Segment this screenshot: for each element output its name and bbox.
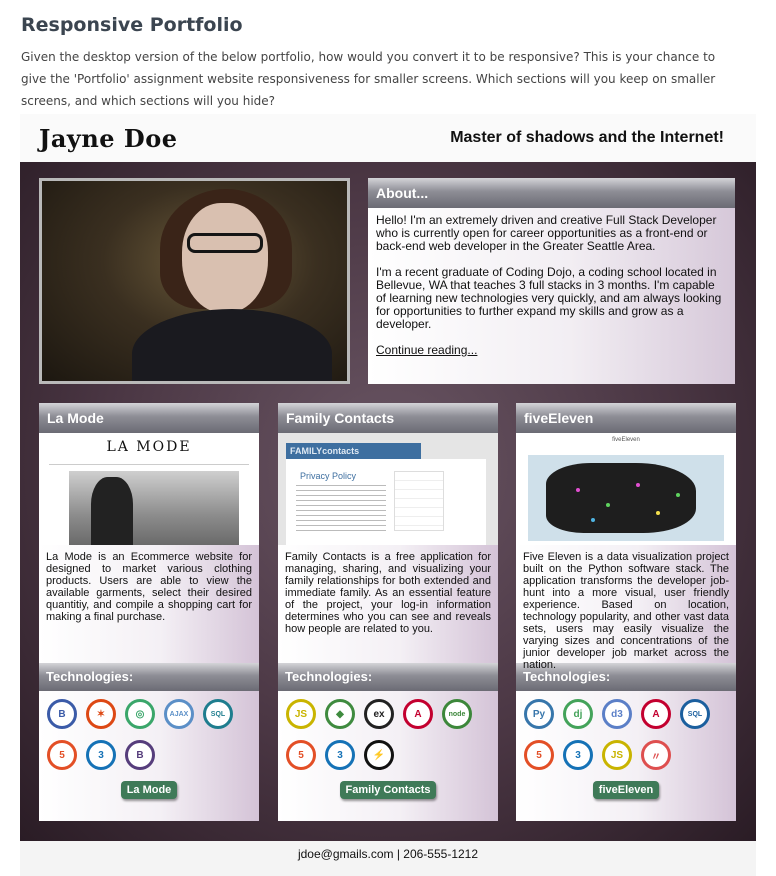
bootstrap-icon: B	[47, 699, 77, 729]
javascript-icon: JS	[602, 740, 632, 770]
technologies-heading: Technologies:	[278, 663, 498, 691]
page-title: Responsive Portfolio	[21, 14, 243, 36]
continue-reading-link[interactable]: Continue reading...	[376, 343, 477, 357]
screenshot-header: FAMILYcontacts	[286, 443, 421, 459]
technology-icons: B ✶ ◎ AJAX SQL 5 3 B	[39, 691, 259, 781]
project-title: fiveEleven	[516, 403, 736, 433]
project-description: Five Eleven is a data visualization proj…	[523, 551, 729, 671]
footer-contact: jdoe@gmails.com | 206-555-1212	[297, 847, 479, 861]
django-icon: dj	[563, 699, 593, 729]
technologies-heading: Technologies:	[39, 663, 259, 691]
map-dot	[606, 503, 610, 507]
php-icon: ◎	[125, 699, 155, 729]
project-button[interactable]: La Mode	[120, 781, 178, 799]
screenshot-heading: Privacy Policy	[300, 471, 357, 481]
css3-icon: 3	[325, 740, 355, 770]
map-dot	[636, 483, 640, 487]
html5-icon: 5	[47, 740, 77, 770]
project-card-la-mode: La Mode LA MODE La Mode is an Ecommerce …	[39, 403, 259, 821]
meteor-icon: 〃	[641, 740, 671, 770]
map-dot	[576, 488, 580, 492]
screenshot-login-box	[394, 471, 444, 531]
about-paragraph-2: I'm a recent graduate of Coding Dojo, a …	[376, 265, 722, 331]
ajax-icon: AJAX	[164, 699, 194, 729]
screenshot-logo: LA MODE	[106, 439, 192, 455]
project-title: Family Contacts	[278, 403, 498, 433]
mongodb-icon: ◆	[325, 699, 355, 729]
mysql-icon: SQL	[203, 699, 233, 729]
express-icon: ex	[364, 699, 394, 729]
screenshot-nav	[49, 457, 249, 465]
angular-icon: A	[403, 699, 433, 729]
project-description: La Mode is an Ecommerce website for desi…	[46, 551, 252, 623]
project-screenshot[interactable]: FAMILYcontacts Privacy Policy	[278, 433, 498, 545]
screenshot-title: fiveEleven	[612, 437, 640, 443]
project-button[interactable]: fiveEleven	[592, 781, 660, 799]
project-card-family-contacts: Family Contacts FAMILYcontacts Privacy P…	[278, 403, 498, 821]
project-button[interactable]: Family Contacts	[339, 781, 437, 799]
technology-icons: JS ◆ ex Anode 5 3 ⚡	[278, 691, 498, 781]
codeigniter-icon: ✶	[86, 699, 116, 729]
portfolio-tagline: Master of shadows and the Internet!	[450, 129, 724, 146]
map-dot	[676, 493, 680, 497]
portfolio-main: About... Hello! I'm an extremely driven …	[20, 162, 756, 841]
photo-body	[132, 309, 332, 381]
lightning-icon: ⚡	[364, 740, 394, 770]
javascript-icon: JS	[286, 699, 316, 729]
about-heading: About...	[368, 178, 735, 208]
project-description: Family Contacts is a free application fo…	[285, 551, 491, 635]
screenshot-text-lines	[296, 485, 386, 535]
about-panel: About... Hello! I'm an extremely driven …	[368, 178, 735, 384]
technologies-heading: Technologies:	[516, 663, 736, 691]
photo-face	[182, 203, 268, 313]
portfolio-name[interactable]: Jayne Doe	[39, 124, 178, 153]
project-title: La Mode	[39, 403, 259, 433]
css3-icon: 3	[563, 740, 593, 770]
python-icon: Py	[524, 699, 554, 729]
about-body: Hello! I'm an extremely driven and creat…	[368, 208, 735, 357]
angular-icon: A	[641, 699, 671, 729]
project-card-five-eleven: fiveEleven fiveEleven Five Eleven is a d…	[516, 403, 736, 821]
bootstrap-b-icon: B	[125, 740, 155, 770]
html5-icon: 5	[524, 740, 554, 770]
screenshot-map-land	[546, 463, 696, 533]
map-dot	[591, 518, 595, 522]
profile-photo	[39, 178, 350, 384]
screenshot-model	[91, 477, 133, 545]
about-paragraph-1: Hello! I'm an extremely driven and creat…	[376, 213, 717, 253]
d3js-icon: d3	[602, 699, 632, 729]
css3-icon: 3	[86, 740, 116, 770]
assignment-description: Given the desktop version of the below p…	[21, 50, 716, 108]
photo-glasses	[187, 233, 263, 253]
portfolio-header: Jayne Doe Master of shadows and the Inte…	[20, 114, 756, 162]
html5-icon: 5	[286, 740, 316, 770]
sqlite-icon: SQL	[680, 699, 710, 729]
map-dot	[656, 511, 660, 515]
portfolio-mockup: Jayne Doe Master of shadows and the Inte…	[20, 114, 756, 876]
technology-icons: Py dj d3 A SQL 5 3 JS 〃	[516, 691, 736, 781]
project-screenshot[interactable]: LA MODE	[39, 433, 259, 545]
portfolio-footer: jdoe@gmails.com | 206-555-1212	[20, 841, 756, 876]
project-screenshot[interactable]: fiveEleven	[516, 433, 736, 545]
nodejs-icon: node	[442, 699, 472, 729]
